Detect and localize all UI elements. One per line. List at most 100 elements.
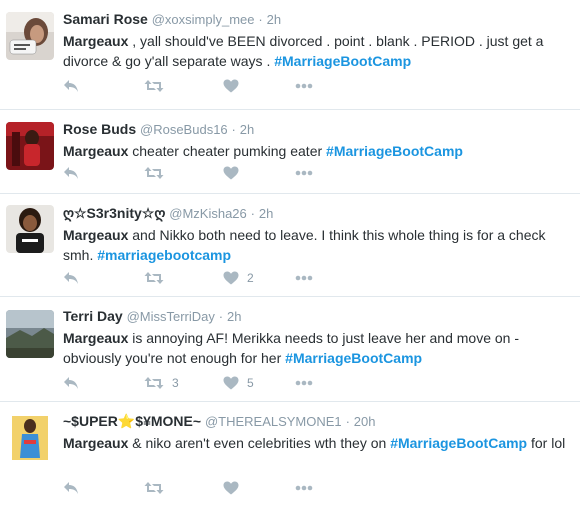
mention: Margeaux (63, 435, 129, 451)
timestamp[interactable]: 2h (259, 206, 273, 221)
tweet-content: Terri Day @MissTerriDay · 2h Margeaux is… (63, 307, 568, 368)
heart-icon (223, 166, 239, 180)
tweet-header: ღ☆S3r3nity☆ღ @MzKisha26 · 2h (63, 204, 568, 223)
mention: Margeaux (63, 227, 129, 243)
retweet-button[interactable] (144, 163, 223, 183)
like-button[interactable] (223, 76, 295, 96)
tweet-actions (63, 76, 313, 96)
like-count: 2 (247, 271, 254, 285)
more-icon (295, 275, 313, 281)
retweet-icon (144, 80, 164, 92)
tweet-text: Margeaux cheater cheater pumking eater #… (63, 141, 568, 161)
reply-button[interactable] (63, 76, 144, 96)
tweet-actions: 3 5 (63, 373, 313, 393)
user-name[interactable]: Rose Buds (63, 121, 136, 137)
avatar[interactable] (6, 310, 54, 358)
tweet[interactable]: Rose Buds @RoseBuds16 · 2h Margeaux chea… (0, 110, 580, 194)
retweet-count: 3 (172, 376, 179, 390)
retweet-button[interactable]: 3 (144, 373, 223, 393)
tweet-body: cheater cheater pumking eater (128, 143, 327, 159)
tweet-header: ~$UPER⭐$¥MONE~ @THEREALSYMONE1 · 20h (63, 412, 568, 431)
reply-button[interactable] (63, 163, 144, 183)
retweet-button[interactable] (144, 76, 223, 96)
user-handle[interactable]: @RoseBuds16 (140, 122, 228, 137)
hashtag-link[interactable]: #MarriageBootCamp (326, 143, 463, 159)
reply-icon (64, 272, 78, 284)
tweet-header: Terri Day @MissTerriDay · 2h (63, 307, 568, 326)
reply-icon (64, 482, 78, 494)
heart-icon (223, 271, 239, 285)
hashtag-link[interactable]: #marriagebootcamp (97, 247, 231, 263)
tweet-body: & niko aren't even celebrities wth they … (128, 435, 391, 451)
more-button[interactable] (295, 268, 313, 288)
avatar[interactable] (6, 205, 54, 253)
user-handle[interactable]: @xoxsimply_mee (152, 12, 255, 27)
like-button[interactable] (223, 478, 295, 498)
hashtag-link[interactable]: #MarriageBootCamp (390, 435, 527, 451)
more-icon (295, 485, 313, 491)
tweet-text: Margeaux and Nikko both need to leave. I… (63, 225, 568, 265)
more-icon (295, 380, 313, 386)
mention: Margeaux (63, 143, 129, 159)
more-button[interactable] (295, 163, 313, 183)
like-button[interactable]: 2 (223, 268, 295, 288)
timestamp[interactable]: 20h (354, 414, 376, 429)
separator: · (218, 309, 224, 324)
retweet-icon (144, 482, 164, 494)
like-button[interactable] (223, 163, 295, 183)
avatar[interactable] (6, 414, 54, 462)
user-handle[interactable]: @MissTerriDay (127, 309, 215, 324)
reply-button[interactable] (63, 268, 144, 288)
separator: · (231, 122, 236, 137)
tweet-actions (63, 163, 313, 183)
more-icon (295, 170, 313, 176)
retweet-icon (144, 167, 164, 179)
more-button[interactable] (295, 478, 313, 498)
tweet-actions: 2 (63, 268, 313, 288)
like-count: 5 (247, 376, 254, 390)
reply-icon (64, 167, 78, 179)
mention: Margeaux (63, 33, 129, 49)
tweet-content: ღ☆S3r3nity☆ღ @MzKisha26 · 2h Margeaux an… (63, 204, 568, 265)
tweet[interactable]: ღ☆S3r3nity☆ღ @MzKisha26 · 2h Margeaux an… (0, 194, 580, 297)
retweet-button[interactable] (144, 478, 223, 498)
retweet-button[interactable] (144, 268, 223, 288)
hashtag-link[interactable]: #MarriageBootCamp (274, 53, 411, 69)
tweet-content: Rose Buds @RoseBuds16 · 2h Margeaux chea… (63, 120, 568, 161)
tweet-body-after: for lol (527, 435, 566, 451)
tweet[interactable]: ~$UPER⭐$¥MONE~ @THEREALSYMONE1 · 20h Mar… (0, 402, 580, 510)
user-handle[interactable]: @THEREALSYMONE1 (205, 414, 342, 429)
tweet-header: Samari Rose @xoxsimply_mee · 2h (63, 10, 568, 29)
tweet-content: ~$UPER⭐$¥MONE~ @THEREALSYMONE1 · 20h Mar… (63, 412, 568, 453)
reply-button[interactable] (63, 373, 144, 393)
tweet-text: Margeaux is annoying AF! Merikka needs t… (63, 328, 568, 368)
heart-icon (223, 79, 239, 93)
user-name[interactable]: Samari Rose (63, 11, 148, 27)
user-name[interactable]: ღ☆S3r3nity☆ღ (63, 205, 165, 221)
user-name[interactable]: Terri Day (63, 308, 123, 324)
tweet[interactable]: Samari Rose @xoxsimply_mee · 2h Margeaux… (0, 0, 580, 110)
separator: · (345, 414, 350, 429)
hashtag-link[interactable]: #MarriageBootCamp (285, 350, 422, 366)
more-button[interactable] (295, 76, 313, 96)
reply-icon (64, 377, 78, 389)
reply-button[interactable] (63, 478, 144, 498)
tweet-actions (63, 478, 313, 498)
user-handle[interactable]: @MzKisha26 (169, 206, 247, 221)
like-button[interactable]: 5 (223, 373, 295, 393)
separator: · (258, 12, 263, 27)
more-icon (295, 83, 313, 89)
user-name[interactable]: ~$UPER⭐$¥MONE~ (63, 413, 201, 429)
avatar[interactable] (6, 122, 54, 170)
more-button[interactable] (295, 373, 313, 393)
tweet-text: Margeaux , yall should've BEEN divorced … (63, 31, 568, 71)
retweet-icon (144, 272, 164, 284)
tweet[interactable]: Terri Day @MissTerriDay · 2h Margeaux is… (0, 297, 580, 402)
avatar[interactable] (6, 12, 54, 60)
tweet-text: Margeaux & niko aren't even celebrities … (63, 433, 568, 453)
timestamp[interactable]: 2h (240, 122, 254, 137)
tweet-header: Rose Buds @RoseBuds16 · 2h (63, 120, 568, 139)
heart-icon (223, 376, 239, 390)
timestamp[interactable]: 2h (267, 12, 281, 27)
timestamp[interactable]: 2h (227, 309, 241, 324)
